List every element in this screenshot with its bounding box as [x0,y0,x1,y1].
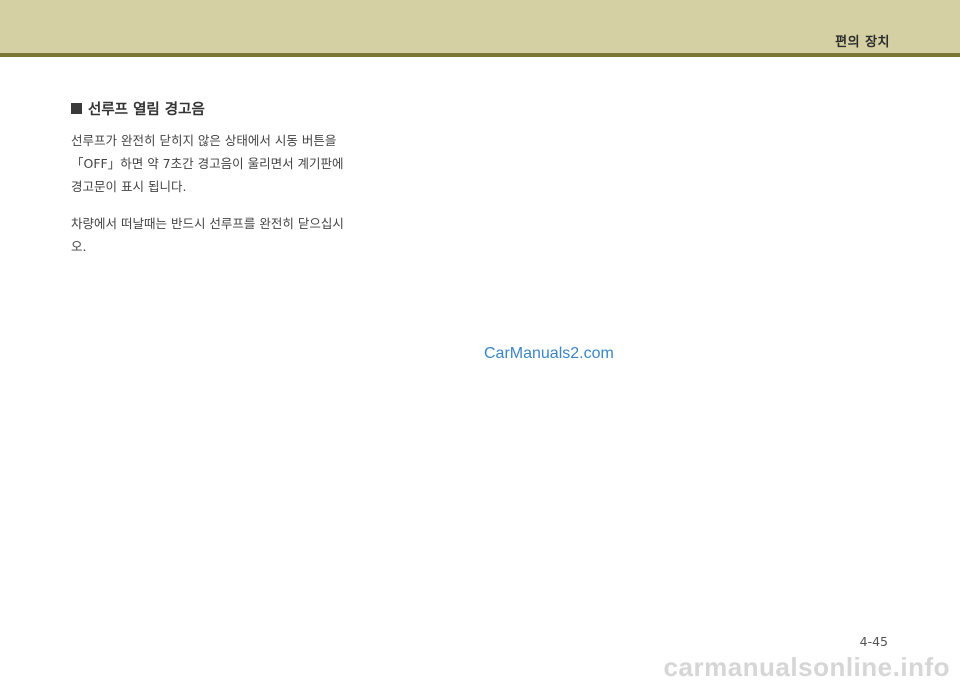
paragraph-instruction: 차량에서 떠날때는 반드시 선루프를 완전히 닫으십시오. [71,216,344,254]
carmanuals-watermark: CarManuals2.com [484,345,614,362]
section-heading: 선루프 열림 경고음 [71,98,346,119]
paragraph-warning: 선루프가 완전히 닫히지 않은 상태에서 시동 버튼을「OFF」하면 약 7초간… [71,133,344,194]
site-watermark: carmanualsonline.info [663,652,950,682]
section-heading-text: 선루프 열림 경고음 [88,102,205,118]
page-number: 4-45 [859,634,888,649]
black-square-icon [71,103,82,114]
chapter-title: 편의 장치 [835,35,890,50]
main-content: 선루프 열림 경고음 선루프가 완전히 닫히지 않은 상태에서 시동 버튼을「O… [71,98,346,258]
header-band [0,0,960,53]
header-divider [0,53,960,57]
